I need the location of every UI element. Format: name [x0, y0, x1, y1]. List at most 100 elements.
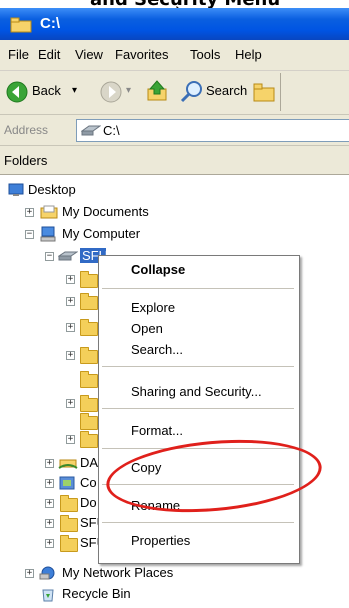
folder-icon [80, 371, 98, 388]
tree-item-sfu-1[interactable]: + SFU [0, 513, 106, 533]
menu-file[interactable]: File [8, 47, 29, 62]
menu-separator [102, 522, 294, 523]
title-bar[interactable]: C:\ [0, 8, 349, 40]
expand-toggle[interactable]: + [66, 435, 75, 444]
expand-toggle[interactable]: + [66, 275, 75, 284]
folders-header-label: Folders [4, 153, 48, 168]
forward-icon[interactable] [100, 81, 122, 103]
back-icon[interactable] [6, 81, 28, 103]
folder-icon [80, 271, 98, 288]
tree-item-recycle-bin[interactable]: Recycle Bin [0, 584, 200, 604]
tree-item-desktop[interactable]: Desktop [0, 180, 200, 200]
tree-item-subfolder[interactable]: + [0, 429, 98, 449]
tree-label-recycle-bin: Recycle Bin [62, 586, 131, 601]
tree-label-my-documents: My Documents [62, 204, 149, 219]
tree-label-my-network-places: My Network Places [62, 565, 174, 580]
folder-icon [80, 395, 98, 412]
folder-icon [80, 431, 98, 448]
folder-icon [10, 17, 32, 33]
control-panel-icon [59, 476, 75, 490]
tree-item-my-documents[interactable]: + My Documents [0, 202, 200, 222]
collapse-toggle[interactable]: − [45, 252, 54, 261]
menu-edit[interactable]: Edit [38, 47, 60, 62]
expand-toggle[interactable]: + [25, 208, 34, 217]
desktop-icon [8, 183, 24, 196]
collapse-toggle[interactable]: − [25, 230, 34, 239]
expand-toggle[interactable]: + [45, 539, 54, 548]
tree-item-subfolder[interactable]: + [0, 317, 98, 337]
tree-item-do[interactable]: + Do [0, 493, 98, 513]
my-computer-icon [40, 226, 56, 242]
menu-tools[interactable]: Tools [190, 47, 220, 62]
folder-icon [60, 515, 78, 532]
expand-toggle[interactable]: + [45, 479, 54, 488]
expand-toggle[interactable]: + [45, 459, 54, 468]
menu-item-collapse[interactable]: Collapse [131, 262, 185, 277]
folders-icon[interactable] [252, 80, 278, 104]
expand-toggle[interactable]: + [45, 499, 54, 508]
expand-toggle[interactable]: + [66, 297, 75, 306]
expand-toggle[interactable]: + [66, 351, 75, 360]
folder-icon [80, 319, 98, 336]
expand-toggle[interactable]: + [25, 569, 34, 578]
address-input[interactable]: C:\ [76, 119, 349, 142]
tree-item-subfolder[interactable]: + [0, 269, 98, 289]
address-value: C:\ [103, 123, 120, 138]
caption-strip: and Security Menu [0, 0, 349, 8]
tree-label-my-computer: My Computer [62, 226, 141, 241]
menu-favorites[interactable]: Favorites [115, 47, 168, 62]
menu-item-search[interactable]: Search... [131, 342, 183, 357]
tree-item-sfu-2[interactable]: + SFU [0, 533, 106, 553]
tree-item-subfolder[interactable] [0, 411, 98, 431]
folder-icon [40, 205, 58, 219]
tree-label-do: Do [80, 495, 97, 510]
tree-item-subfolder[interactable]: + [0, 345, 98, 365]
tree-item-my-computer[interactable]: − My Computer [0, 224, 200, 244]
up-icon[interactable] [145, 79, 169, 103]
forward-dropdown-icon[interactable]: ▾ [126, 85, 131, 96]
expand-toggle[interactable]: + [45, 519, 54, 528]
folders-pane-header: Folders [0, 146, 349, 175]
search-icon[interactable] [180, 80, 204, 104]
toolbar: Back ▾ ▾ Search [0, 71, 349, 115]
tree-item-subfolder[interactable] [0, 369, 98, 389]
recycle-bin-icon [42, 589, 54, 602]
address-label: Address [4, 123, 49, 137]
back-dropdown-icon[interactable]: ▾ [72, 85, 77, 96]
context-menu: Collapse Explore Open Search... Sharing … [98, 255, 300, 564]
address-bar: Address C:\ [0, 115, 349, 146]
back-button-label[interactable]: Back [32, 83, 61, 98]
tree-label-da: DA [80, 455, 99, 470]
tree-item-co[interactable]: + Co [0, 473, 98, 493]
tree-label-co: Co [80, 475, 97, 490]
folder-icon [80, 293, 98, 310]
folder-icon [60, 495, 78, 512]
menu-separator [102, 288, 294, 289]
menu-bar: File Edit View Favorites Tools Help [0, 40, 349, 71]
menu-help[interactable]: Help [235, 47, 262, 62]
menu-item-open[interactable]: Open [131, 321, 163, 336]
tree-item-subfolder[interactable]: + [0, 291, 98, 311]
shared-drive-icon [58, 459, 78, 469]
menu-item-format[interactable]: Format... [131, 423, 183, 438]
tree-item-my-network-places[interactable]: + My Network Places [0, 563, 220, 583]
toolbar-divider [280, 73, 284, 111]
menu-item-properties[interactable]: Properties [131, 533, 190, 548]
tree-label-desktop: Desktop [28, 182, 76, 197]
tree-item-da[interactable]: + DA [0, 453, 98, 473]
window-title: C:\ [40, 15, 60, 32]
menu-item-sharing-and-security[interactable]: Sharing and Security... [131, 384, 262, 399]
folder-icon [60, 535, 78, 552]
expand-toggle[interactable]: + [66, 399, 75, 408]
tree-item-subfolder[interactable]: + [0, 393, 98, 413]
network-icon [39, 566, 55, 580]
folder-icon [80, 413, 98, 430]
drive-icon [58, 251, 78, 261]
search-button-label[interactable]: Search [206, 83, 247, 98]
menu-separator [102, 408, 294, 409]
menu-separator [102, 366, 294, 367]
menu-item-explore[interactable]: Explore [131, 300, 175, 315]
folder-icon [80, 347, 98, 364]
menu-view[interactable]: View [75, 47, 103, 62]
expand-toggle[interactable]: + [66, 323, 75, 332]
